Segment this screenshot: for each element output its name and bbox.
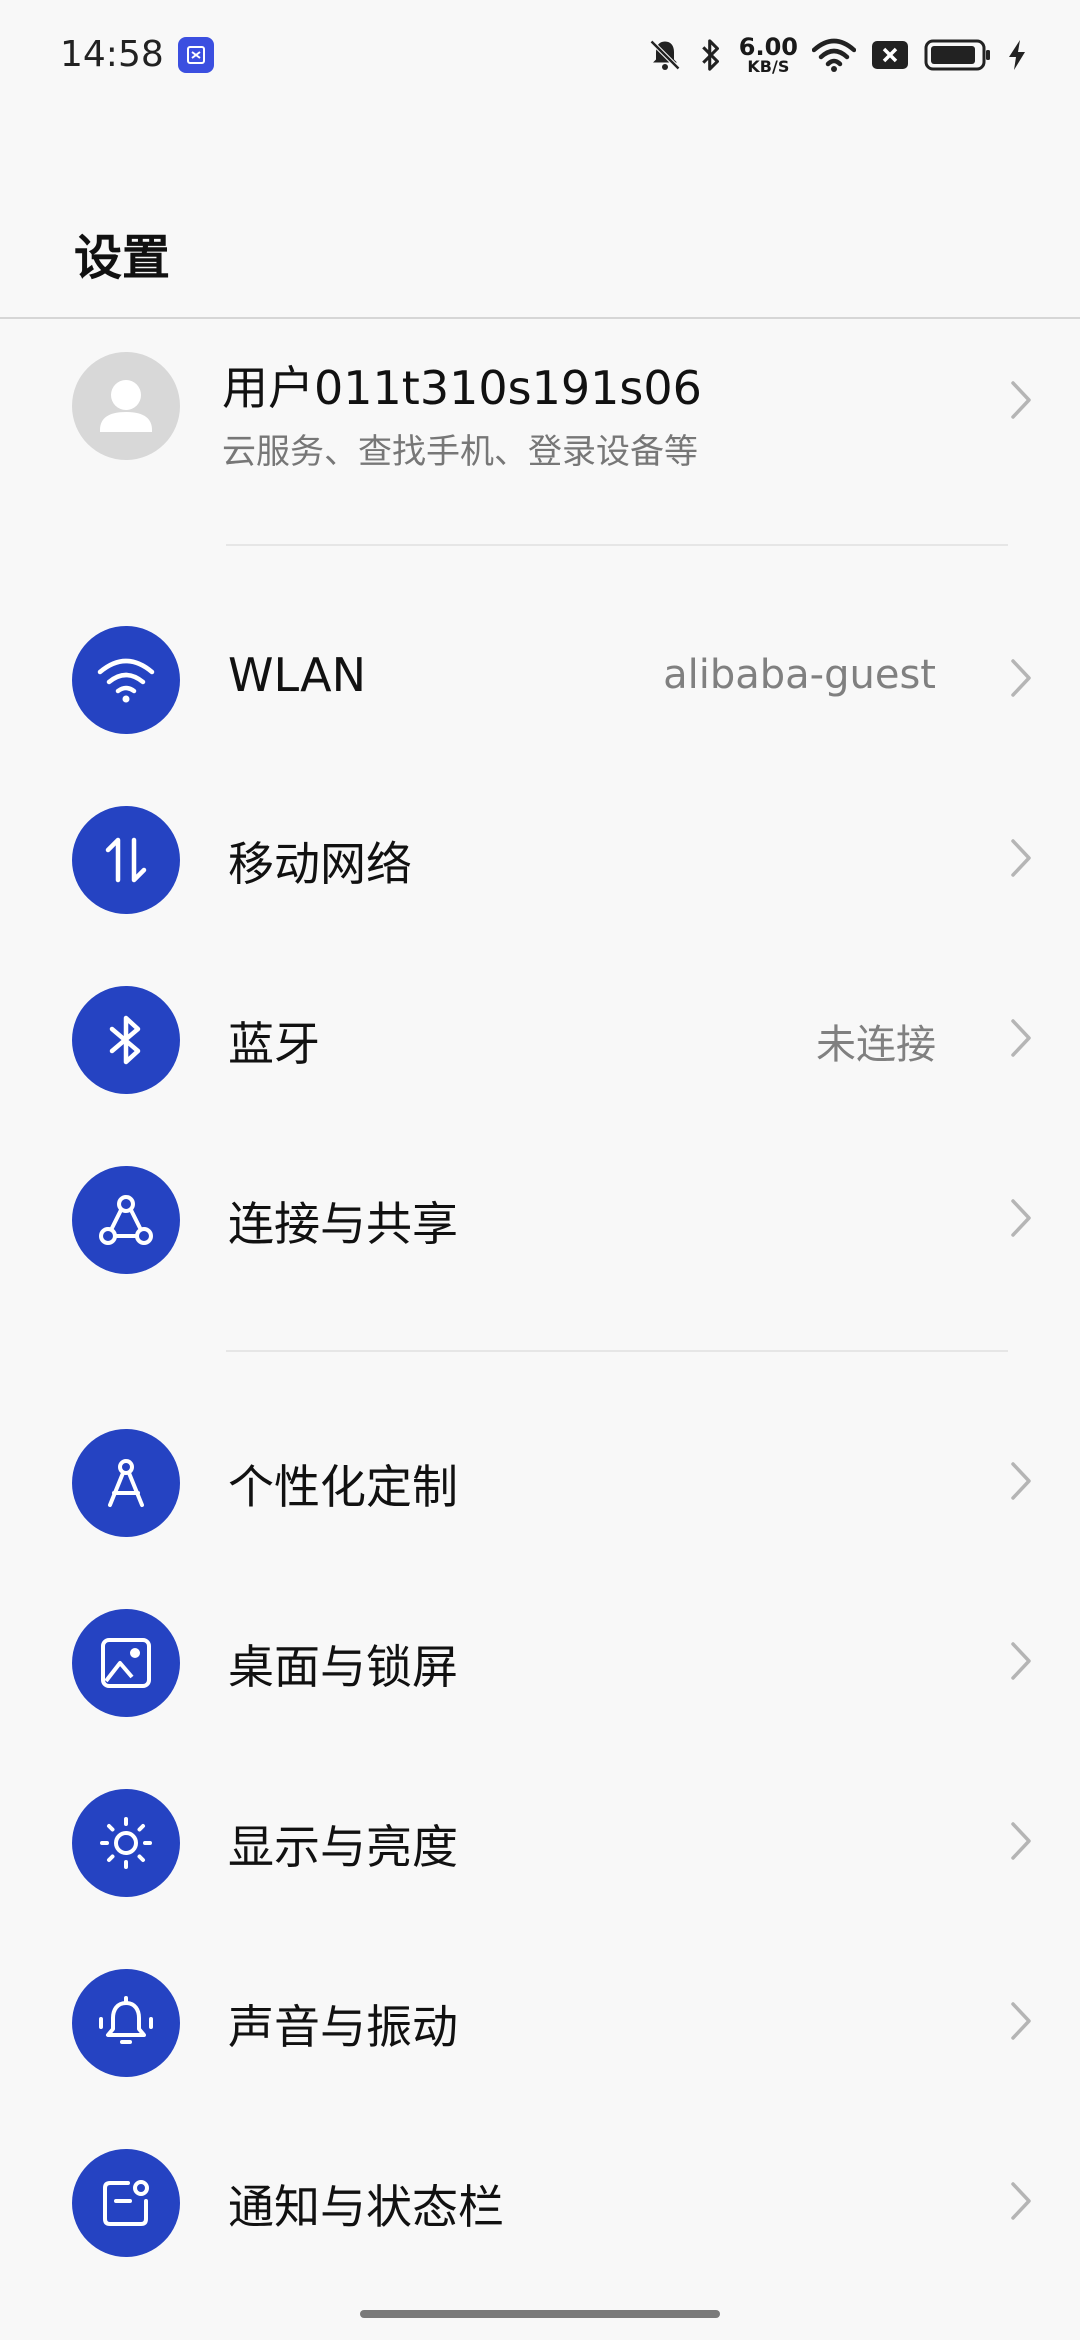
chevron-right-icon xyxy=(1011,839,1031,877)
status-icons: 6.00 KB/S xyxy=(647,30,1028,80)
account-subtitle: 云服务、查找手机、登录设备等 xyxy=(222,432,698,472)
wallpaper-icon xyxy=(72,1609,180,1717)
net-speed: 6.00 KB/S xyxy=(739,35,798,75)
settings-item-label: 蓝牙 xyxy=(228,1017,320,1071)
net-speed-unit: KB/S xyxy=(747,57,790,76)
bluetooth-status: 未连接 xyxy=(816,1022,936,1068)
page-title: 设置 xyxy=(74,230,171,286)
page-header: 设置 xyxy=(0,110,1080,318)
settings-item-bluetooth[interactable]: 蓝牙 未连接 xyxy=(0,950,1080,1130)
settings-item-connection-sharing[interactable]: 连接与共享 xyxy=(0,1130,1080,1310)
chevron-right-icon xyxy=(1011,1019,1031,1057)
app-notification-icon xyxy=(178,37,214,73)
section-divider xyxy=(226,1350,1008,1352)
mute-bell-icon xyxy=(649,39,680,71)
settings-item-label: 移动网络 xyxy=(228,837,412,891)
chevron-right-icon xyxy=(1011,1462,1031,1500)
user-icon xyxy=(100,380,152,432)
header-divider xyxy=(0,317,1080,319)
charging-icon xyxy=(1009,40,1025,70)
settings-item-label: 连接与共享 xyxy=(228,1197,458,1251)
chevron-right-icon xyxy=(1011,659,1031,697)
settings-item-label: 显示与亮度 xyxy=(228,1820,458,1874)
avatar xyxy=(72,352,180,460)
chevron-right-icon xyxy=(1011,1199,1031,1237)
chevron-right-icon xyxy=(1011,1642,1031,1680)
bell-vibrate-icon xyxy=(72,1969,180,2077)
settings-item-display-brightness[interactable]: 显示与亮度 xyxy=(0,1753,1080,1933)
settings-item-notifications-status-bar[interactable]: 通知与状态栏 xyxy=(0,2113,1080,2293)
battery-icon xyxy=(924,39,990,71)
settings-item-label: 桌面与锁屏 xyxy=(228,1640,458,1694)
wifi-icon xyxy=(72,626,180,734)
notification-icon xyxy=(72,2149,180,2257)
settings-item-label: 通知与状态栏 xyxy=(228,2180,504,2234)
compass-icon xyxy=(72,1429,180,1537)
chevron-right-icon xyxy=(1011,381,1031,419)
bluetooth-icon xyxy=(72,986,180,1094)
section-divider xyxy=(226,544,1008,546)
settings-item-wlan[interactable]: WLAN alibaba-guest xyxy=(0,590,1080,770)
net-speed-value: 6.00 xyxy=(738,33,798,61)
settings-item-label: 个性化定制 xyxy=(228,1460,458,1514)
status-time: 14:58 xyxy=(60,34,164,75)
settings-item-home-lock-screen[interactable]: 桌面与锁屏 xyxy=(0,1573,1080,1753)
chevron-right-icon xyxy=(1011,2182,1031,2220)
share-icon xyxy=(72,1166,180,1274)
account-row[interactable]: 用户011t310s191s06 云服务、查找手机、登录设备等 xyxy=(0,330,1080,480)
wifi-icon xyxy=(812,38,856,72)
chevron-right-icon xyxy=(1011,2002,1031,2040)
status-bar: 14:58 6.00 KB/S xyxy=(0,0,1080,110)
sim-off-icon xyxy=(872,41,908,69)
settings-item-label: 声音与振动 xyxy=(228,2000,458,2054)
settings-item-mobile-network[interactable]: 移动网络 xyxy=(0,770,1080,950)
bluetooth-icon xyxy=(701,39,719,71)
settings-item-personalization[interactable]: 个性化定制 xyxy=(0,1393,1080,1573)
brightness-icon xyxy=(72,1789,180,1897)
settings-item-sound-vibration[interactable]: 声音与振动 xyxy=(0,1933,1080,2113)
settings-item-label: WLAN xyxy=(228,648,367,702)
account-name: 用户011t310s191s06 xyxy=(222,361,702,415)
chevron-right-icon xyxy=(1011,1822,1031,1860)
home-indicator[interactable] xyxy=(360,2310,720,2318)
mobile-data-icon xyxy=(72,806,180,914)
wlan-network-name: alibaba-guest xyxy=(663,652,936,698)
